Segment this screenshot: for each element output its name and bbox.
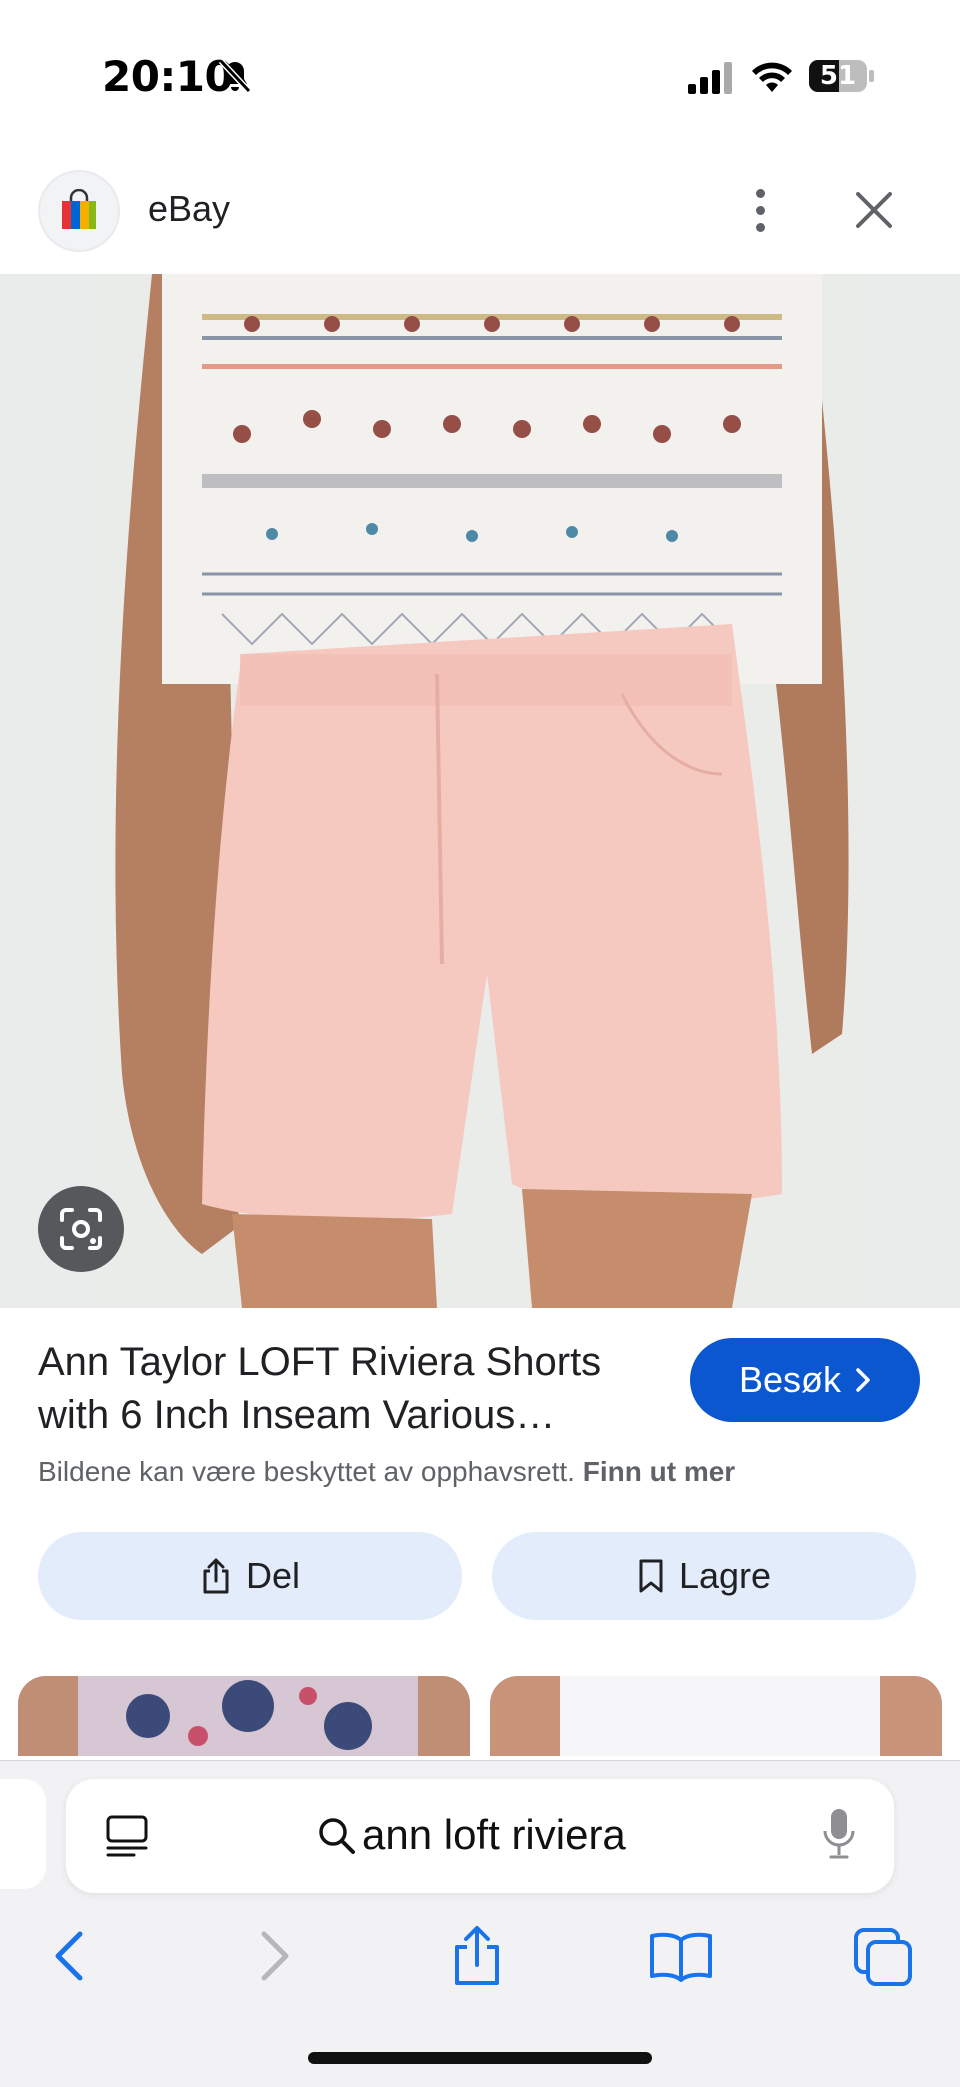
bell-off-icon [218,58,252,94]
reader-icon[interactable] [104,1813,150,1859]
visit-label: Besøk [738,1359,842,1400]
related-photo [18,1676,470,1756]
site-name[interactable]: eBay [148,188,230,230]
tabs-button[interactable] [848,1921,918,1991]
address-text[interactable]: ann loft riviera [362,1811,626,1859]
forward-button[interactable] [240,1921,310,1991]
site-logo[interactable] [38,170,120,252]
tabs-icon [854,1928,912,1986]
bookmarks-button[interactable] [646,1921,716,1991]
related-image[interactable] [490,1676,942,1756]
learn-more-link[interactable]: Finn ut mer [583,1456,735,1487]
signal-icon [688,62,732,94]
lens-icon [60,1208,102,1250]
share-button[interactable]: Del [38,1532,462,1620]
share-icon [203,1558,229,1594]
mic-icon[interactable] [822,1807,856,1861]
search-icon [319,1818,355,1854]
more-options-button[interactable] [740,182,780,238]
product-photo [92,274,868,1308]
lens-button[interactable] [38,1186,124,1272]
share-icon [455,1926,499,1985]
battery-indicator: 51 [808,58,876,94]
book-icon [650,1932,712,1982]
home-indicator[interactable] [308,2052,652,2064]
toolbar-share-button[interactable] [442,1921,512,1991]
save-button[interactable]: Lagre [492,1532,916,1620]
previous-tab-preview[interactable] [0,1779,46,1889]
product-image[interactable] [0,274,960,1308]
address-bar[interactable]: ann loft riviera [66,1779,894,1893]
ebay-bag-icon [62,189,96,229]
browser-toolbar: ann loft riviera [0,1760,960,2087]
copyright-text: Bildene kan være beskyttet av opphavsret… [38,1456,575,1487]
browser-nav-row [0,1921,960,2001]
more-vert-icon [755,188,765,198]
close-icon[interactable] [848,184,900,236]
forward-icon [261,1931,289,1981]
share-label: Del [245,1555,301,1596]
site-header: eBay [0,168,960,274]
related-photo [490,1676,942,1756]
copyright-notice: Bildene kan være beskyttet av opphavsret… [38,1456,735,1488]
wifi-icon [752,62,792,92]
visit-button[interactable]: Besøk [690,1338,920,1422]
back-icon [55,1931,83,1981]
save-label: Lagre [678,1555,772,1596]
bookmark-icon [639,1559,663,1593]
battery-level: 51 [819,61,857,91]
product-title[interactable]: Ann Taylor LOFT Riviera Shorts with 6 In… [38,1336,678,1442]
chevron-right-icon [856,1368,870,1392]
status-time: 20:10 [102,52,234,101]
related-image[interactable] [18,1676,470,1756]
status-bar: 20:10 51 [0,0,960,150]
back-button[interactable] [34,1921,104,1991]
